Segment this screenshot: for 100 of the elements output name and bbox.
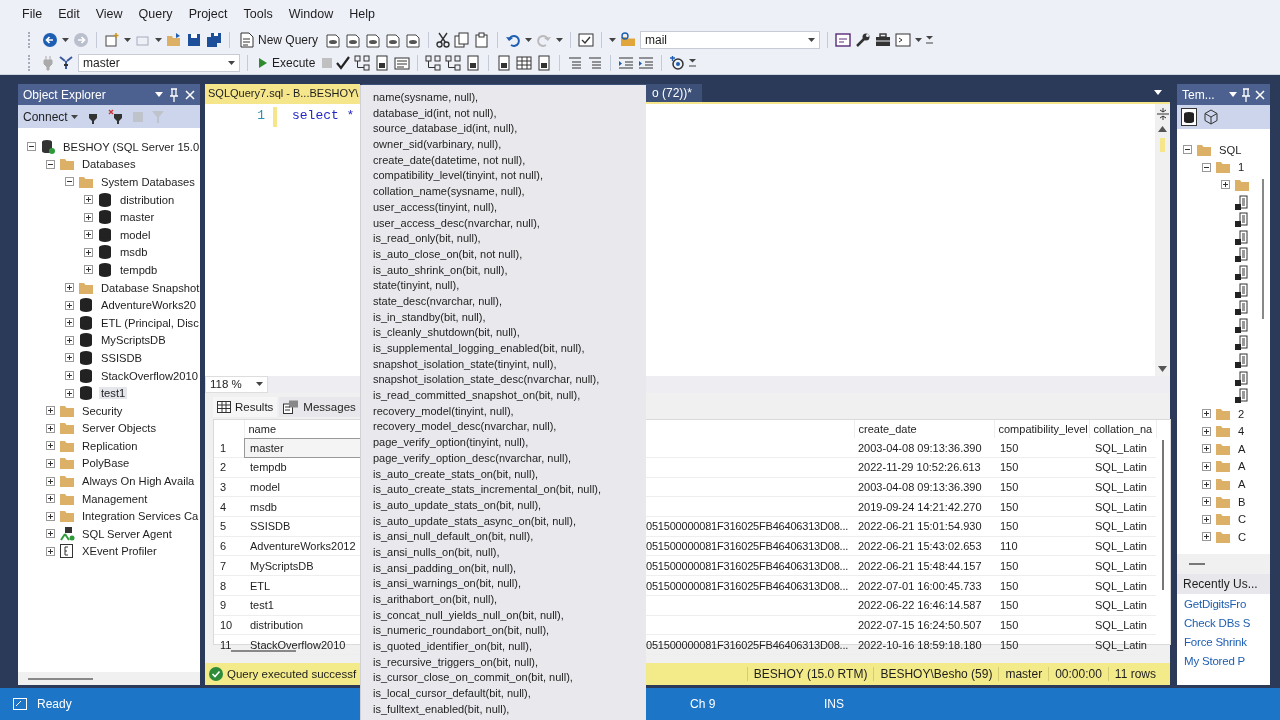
table-cell[interactable]: 150	[994, 615, 1089, 635]
table-cell[interactable]: 2022-06-21 15:01:54.930	[854, 516, 994, 537]
tree-item[interactable]: Databases	[80, 158, 138, 171]
comment-lines-icon[interactable]	[587, 54, 604, 71]
database-query-icon[interactable]	[405, 31, 422, 48]
result-file-icon[interactable]	[465, 54, 482, 71]
expand-icon[interactable]	[1202, 444, 1211, 454]
menu-item[interactable]: Edit	[50, 5, 88, 23]
column-header[interactable]: create_date	[854, 420, 994, 439]
tree-item[interactable]: A	[1236, 478, 1248, 491]
table-cell[interactable]: SQL_Latin	[1089, 496, 1156, 517]
caret-icon[interactable]	[155, 92, 163, 97]
splitter-handle[interactable]	[1189, 563, 1205, 565]
collapse-icon[interactable]	[1202, 162, 1211, 172]
menu-item[interactable]: Window	[280, 5, 342, 23]
tree-item[interactable]: tempdb	[118, 263, 160, 276]
tree-item[interactable]: System Databases	[99, 176, 197, 188]
tree-item[interactable]: ETL (Principal, Disc	[99, 316, 200, 329]
collapse-icon[interactable]	[27, 142, 36, 152]
expand-icon[interactable]	[1202, 462, 1211, 471]
table-cell[interactable]: 150	[994, 595, 1089, 616]
table-cell[interactable]: 2003-04-08 09:13:36.390	[854, 477, 994, 497]
caret-icon[interactable]	[124, 37, 131, 42]
tree-item[interactable]: msdb	[118, 246, 150, 259]
database-query-icon[interactable]	[325, 31, 342, 48]
caret-icon[interactable]	[525, 37, 533, 42]
find-folder-icon[interactable]	[620, 31, 637, 48]
scrollbar-thumb[interactable]	[1262, 179, 1264, 319]
table-cell[interactable]: SQL_Latin	[1089, 438, 1156, 458]
overflow-icon[interactable]	[926, 35, 935, 44]
table-cell[interactable]: 150	[994, 516, 1089, 537]
expand-icon[interactable]	[1221, 180, 1230, 190]
table-cell[interactable]: SQL_Latin	[1089, 536, 1156, 556]
table-cell[interactable]: SQL_Latin	[1089, 575, 1156, 596]
expand-icon[interactable]	[46, 511, 55, 521]
expand-icon[interactable]	[46, 476, 55, 486]
table-cell[interactable]: SQL_Latin	[1089, 634, 1156, 655]
table-cell[interactable]: 2003-04-08 09:13:36.390	[854, 438, 994, 458]
search-combo[interactable]: mail	[640, 30, 821, 49]
document-tab[interactable]: SQLQuery7.sql - B...BESHOY\	[205, 84, 360, 102]
console-icon[interactable]	[895, 31, 912, 48]
table-cell[interactable]: 150	[994, 634, 1089, 655]
expand-icon[interactable]	[84, 195, 93, 205]
open-folder-icon[interactable]	[166, 31, 182, 48]
tree-item[interactable]: Security	[80, 404, 125, 417]
menu-item[interactable]: View	[87, 5, 131, 23]
save-icon[interactable]	[186, 31, 202, 48]
toolbox-icon[interactable]	[875, 31, 892, 48]
expand-icon[interactable]	[84, 265, 93, 275]
expand-icon[interactable]	[46, 546, 55, 556]
expand-icon[interactable]	[1202, 426, 1211, 436]
collapse-icon[interactable]	[46, 159, 55, 169]
database-query-icon[interactable]	[385, 31, 402, 48]
check-icon[interactable]	[336, 55, 351, 70]
caret-icon[interactable]	[1229, 92, 1237, 97]
tree-item[interactable]: SQL	[1217, 143, 1244, 156]
results-tab[interactable]: Results	[213, 397, 278, 418]
close-icon[interactable]	[185, 89, 195, 100]
close-icon[interactable]	[1255, 89, 1265, 100]
database-icon[interactable]	[1181, 108, 1197, 126]
table-cell[interactable]: SQL_Latin	[1089, 595, 1156, 616]
tree-item[interactable]: 2	[1236, 407, 1247, 420]
tree-item[interactable]: A	[1236, 442, 1248, 455]
table-cell[interactable]: 2022-06-21 15:48:44.157	[854, 555, 994, 576]
table-cell[interactable]: 150	[994, 477, 1089, 497]
table-cell[interactable]: 2022-06-22 16:46:14.587	[854, 595, 994, 616]
expand-icon[interactable]	[84, 247, 93, 257]
menu-item[interactable]: Project	[180, 5, 236, 23]
copy-icon[interactable]	[454, 31, 471, 48]
at-sign-icon[interactable]	[669, 54, 686, 71]
caret-icon[interactable]	[915, 37, 923, 42]
menu-item[interactable]: File	[14, 5, 51, 23]
table-cell[interactable]: 2022-11-29 10:52:26.613	[854, 457, 994, 478]
connect-button[interactable]: Connect	[23, 109, 78, 124]
scrollbar-thumb[interactable]	[28, 677, 93, 680]
table-cell[interactable]: 150	[994, 457, 1089, 478]
caret-icon[interactable]	[62, 37, 69, 42]
tree-item[interactable]: Always On High Availa	[80, 475, 197, 488]
window-check-icon[interactable]	[578, 31, 595, 48]
result-file-icon[interactable]	[496, 54, 513, 71]
sql-window-icon[interactable]	[835, 31, 852, 48]
expand-icon[interactable]	[65, 318, 74, 328]
table-cell[interactable]: 110	[994, 536, 1089, 556]
disconnect-plug-icon[interactable]	[107, 108, 124, 125]
table-cell[interactable]: 2022-10-16 18:59:18.180	[854, 634, 994, 655]
expand-icon[interactable]	[1202, 409, 1211, 419]
indent-icon[interactable]	[618, 54, 635, 71]
pin-icon[interactable]	[1241, 87, 1251, 102]
tree-item[interactable]: distribution	[118, 193, 177, 206]
plan-icon[interactable]	[354, 54, 371, 71]
scroll-up-icon[interactable]	[1158, 125, 1167, 132]
wrench-icon[interactable]	[855, 31, 872, 48]
database-combo[interactable]: master	[78, 53, 240, 72]
expand-icon[interactable]	[1202, 532, 1211, 542]
collapse-icon[interactable]	[1183, 145, 1192, 155]
execute-button[interactable]: Execute	[255, 54, 319, 71]
tree-item[interactable]: 4	[1236, 425, 1247, 438]
paste-icon[interactable]	[474, 31, 491, 48]
results-tab[interactable]: Messages	[279, 397, 360, 418]
pin-icon[interactable]	[169, 87, 179, 102]
